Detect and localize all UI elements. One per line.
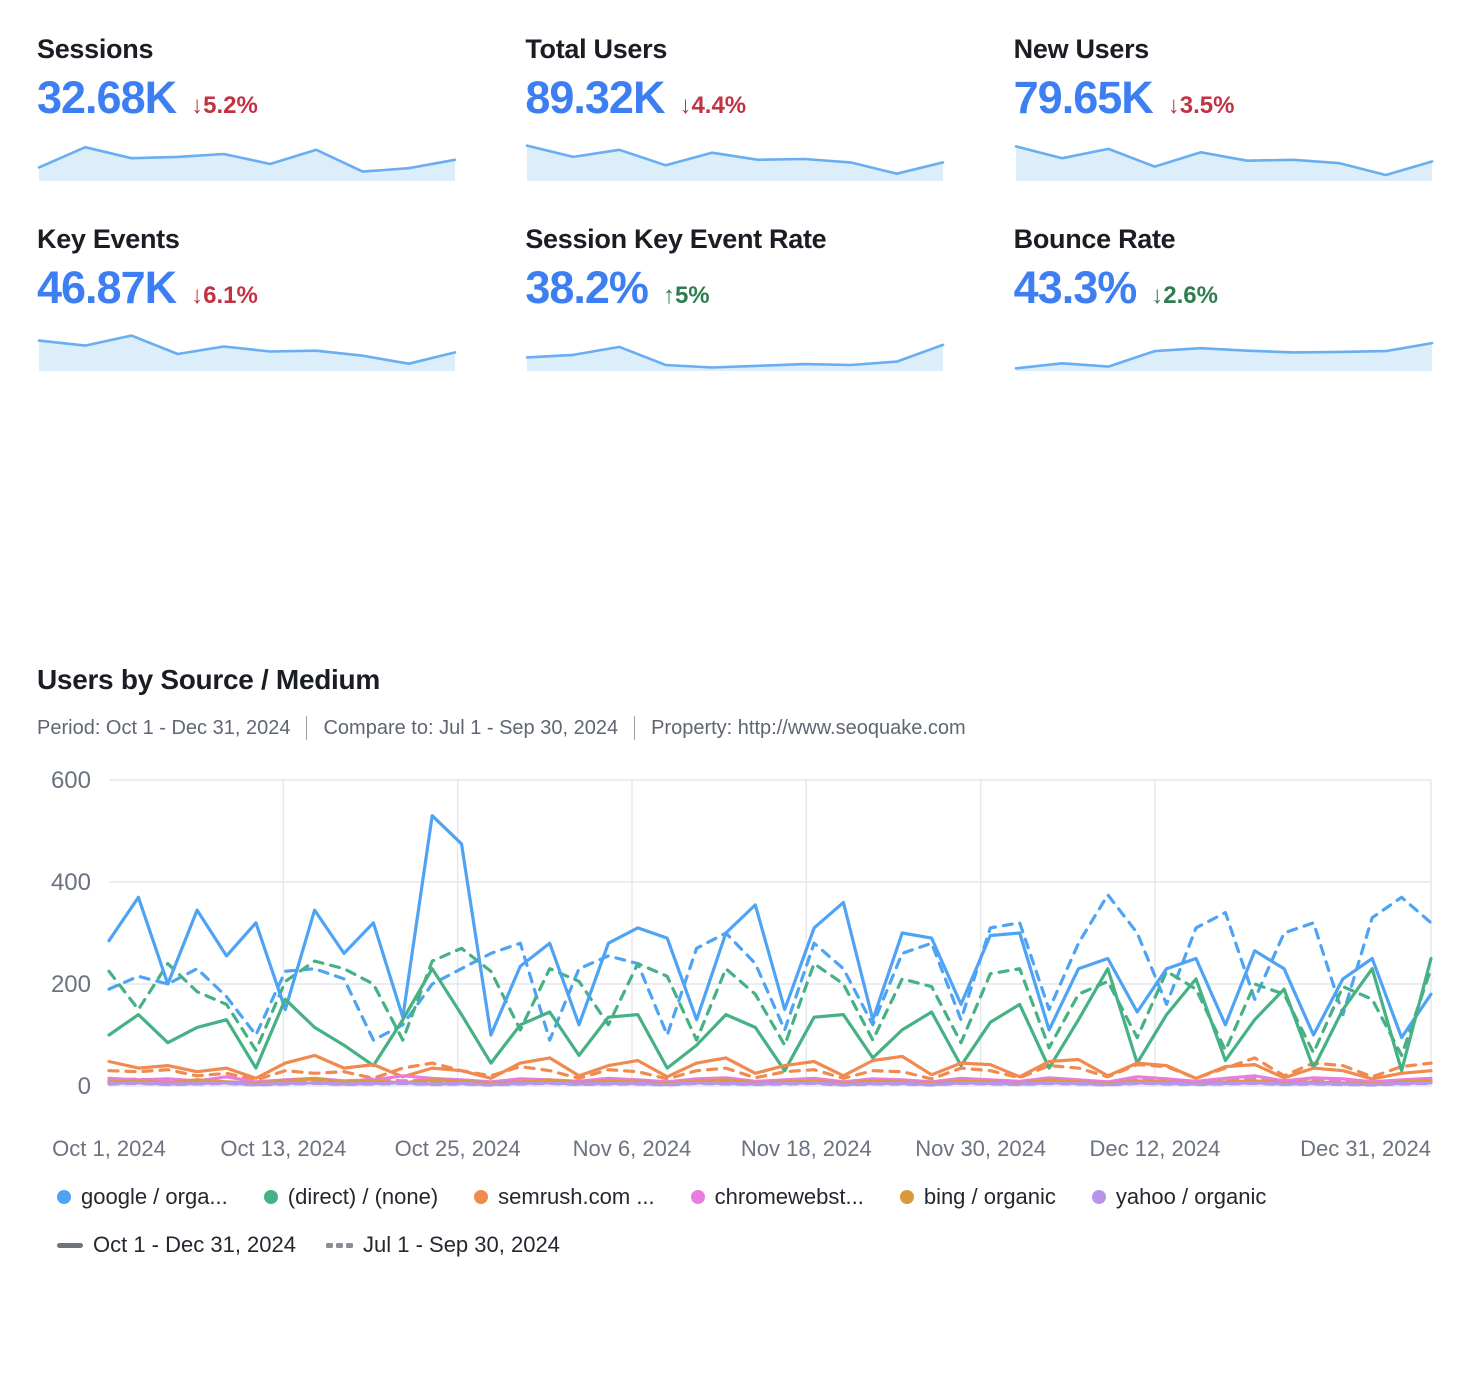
kpi-value: 43.3% bbox=[1014, 265, 1137, 310]
bounce-rate-sparkline bbox=[1014, 324, 1434, 372]
svg-text:Nov 30, 2024: Nov 30, 2024 bbox=[915, 1136, 1046, 1161]
legend-item-source: semrush.com ... bbox=[474, 1184, 654, 1210]
kpi-title: Total Users bbox=[525, 34, 949, 65]
kpi-grid: Sessions 32.68K ↓5.2% Total Users 89.32K… bbox=[37, 34, 1440, 372]
legend-label: semrush.com ... bbox=[498, 1184, 654, 1210]
kpi-delta: ↑5% bbox=[663, 282, 710, 310]
kpi-value: 38.2% bbox=[525, 265, 648, 310]
kpi-title: Session Key Event Rate bbox=[525, 224, 949, 255]
total-users-sparkline bbox=[525, 134, 945, 182]
kpi-card-sessions: Sessions 32.68K ↓5.2% bbox=[37, 34, 461, 182]
divider bbox=[634, 716, 635, 740]
divider bbox=[306, 716, 307, 740]
legend-item-source: (direct) / (none) bbox=[264, 1184, 438, 1210]
svg-text:Dec 31, 2024: Dec 31, 2024 bbox=[1300, 1136, 1431, 1161]
sessions-sparkline bbox=[37, 134, 457, 182]
kpi-title: Sessions bbox=[37, 34, 461, 65]
legend-item-source: yahoo / organic bbox=[1092, 1184, 1266, 1210]
legend-item-period: Jul 1 - Sep 30, 2024 bbox=[326, 1232, 560, 1258]
legend-label: google / orga... bbox=[81, 1184, 228, 1210]
meta-compare: Compare to: Jul 1 - Sep 30, 2024 bbox=[323, 717, 618, 740]
svg-text:Oct 25, 2024: Oct 25, 2024 bbox=[395, 1136, 521, 1161]
kpi-title: Key Events bbox=[37, 224, 461, 255]
legend-item-period: Oct 1 - Dec 31, 2024 bbox=[57, 1232, 296, 1258]
kpi-card-session-key-event-rate: Session Key Event Rate 38.2% ↑5% bbox=[525, 224, 949, 372]
kpi-value: 46.87K bbox=[37, 265, 176, 310]
new-users-sparkline bbox=[1014, 134, 1434, 182]
legend-label: chromewebst... bbox=[715, 1184, 864, 1210]
legend-dot-icon bbox=[691, 1190, 705, 1204]
section-title: Users by Source / Medium bbox=[37, 664, 1440, 696]
legend-dot-icon bbox=[900, 1190, 914, 1204]
svg-text:Nov 18, 2024: Nov 18, 2024 bbox=[741, 1136, 872, 1161]
kpi-card-bounce-rate: Bounce Rate 43.3% ↓2.6% bbox=[1014, 224, 1438, 372]
meta-property: Property: http://www.seoquake.com bbox=[651, 717, 966, 740]
svg-text:Dec 12, 2024: Dec 12, 2024 bbox=[1090, 1136, 1221, 1161]
users-by-source-medium-section: Users by Source / Medium Period: Oct 1 -… bbox=[37, 664, 1440, 1258]
legend-dot-icon bbox=[474, 1190, 488, 1204]
legend-label: yahoo / organic bbox=[1116, 1184, 1266, 1210]
kpi-card-total-users: Total Users 89.32K ↓4.4% bbox=[525, 34, 949, 182]
legend-item-source: google / orga... bbox=[57, 1184, 228, 1210]
dashed-line-icon bbox=[326, 1243, 353, 1248]
legend-dot-icon bbox=[1092, 1190, 1106, 1204]
kpi-delta: ↓4.4% bbox=[679, 92, 746, 120]
kpi-card-new-users: New Users 79.65K ↓3.5% bbox=[1014, 34, 1438, 182]
legend-label: Oct 1 - Dec 31, 2024 bbox=[93, 1232, 296, 1258]
legend-label: (direct) / (none) bbox=[288, 1184, 438, 1210]
chart-legend-sources: google / orga... (direct) / (none) semrush… bbox=[57, 1184, 1440, 1210]
kpi-delta: ↓6.1% bbox=[191, 282, 258, 310]
kpi-delta: ↓3.5% bbox=[1168, 92, 1235, 120]
kpi-title: New Users bbox=[1014, 34, 1438, 65]
kpi-card-key-events: Key Events 46.87K ↓6.1% bbox=[37, 224, 461, 372]
svg-text:0: 0 bbox=[78, 1073, 91, 1100]
svg-text:Oct 1, 2024: Oct 1, 2024 bbox=[52, 1136, 166, 1161]
session-key-event-rate-sparkline bbox=[525, 324, 945, 372]
legend-dot-icon bbox=[264, 1190, 278, 1204]
kpi-title: Bounce Rate bbox=[1014, 224, 1438, 255]
legend-item-source: chromewebst... bbox=[691, 1184, 864, 1210]
kpi-delta: ↓2.6% bbox=[1151, 282, 1218, 310]
svg-text:400: 400 bbox=[51, 869, 91, 896]
chart-container: 0 200 400 600 Oct 1, 2024 Oct 13, 2024 Oct 25,… bbox=[37, 768, 1440, 1178]
kpi-value: 89.32K bbox=[525, 75, 664, 120]
report-page: Sessions 32.68K ↓5.2% Total Users 89.32K… bbox=[0, 0, 1482, 1258]
key-events-sparkline bbox=[37, 324, 457, 372]
report-meta: Period: Oct 1 - Dec 31, 2024 Compare to:… bbox=[37, 716, 1440, 740]
meta-period: Period: Oct 1 - Dec 31, 2024 bbox=[37, 717, 290, 740]
svg-text:Nov 6, 2024: Nov 6, 2024 bbox=[573, 1136, 692, 1161]
users-by-source-medium-chart: 0 200 400 600 Oct 1, 2024 Oct 13, 2024 Oct 25,… bbox=[37, 768, 1435, 1178]
legend-dot-icon bbox=[57, 1190, 71, 1204]
legend-item-source: bing / organic bbox=[900, 1184, 1056, 1210]
svg-text:Oct 13, 2024: Oct 13, 2024 bbox=[220, 1136, 346, 1161]
kpi-delta: ↓5.2% bbox=[191, 92, 258, 120]
svg-text:600: 600 bbox=[51, 767, 91, 794]
kpi-value: 32.68K bbox=[37, 75, 176, 120]
legend-label: bing / organic bbox=[924, 1184, 1056, 1210]
legend-label: Jul 1 - Sep 30, 2024 bbox=[363, 1232, 560, 1258]
kpi-value: 79.65K bbox=[1014, 75, 1153, 120]
solid-line-icon bbox=[57, 1243, 83, 1248]
chart-legend-periods: Oct 1 - Dec 31, 2024 Jul 1 - Sep 30, 2024 bbox=[57, 1232, 1440, 1258]
svg-text:200: 200 bbox=[51, 971, 91, 998]
